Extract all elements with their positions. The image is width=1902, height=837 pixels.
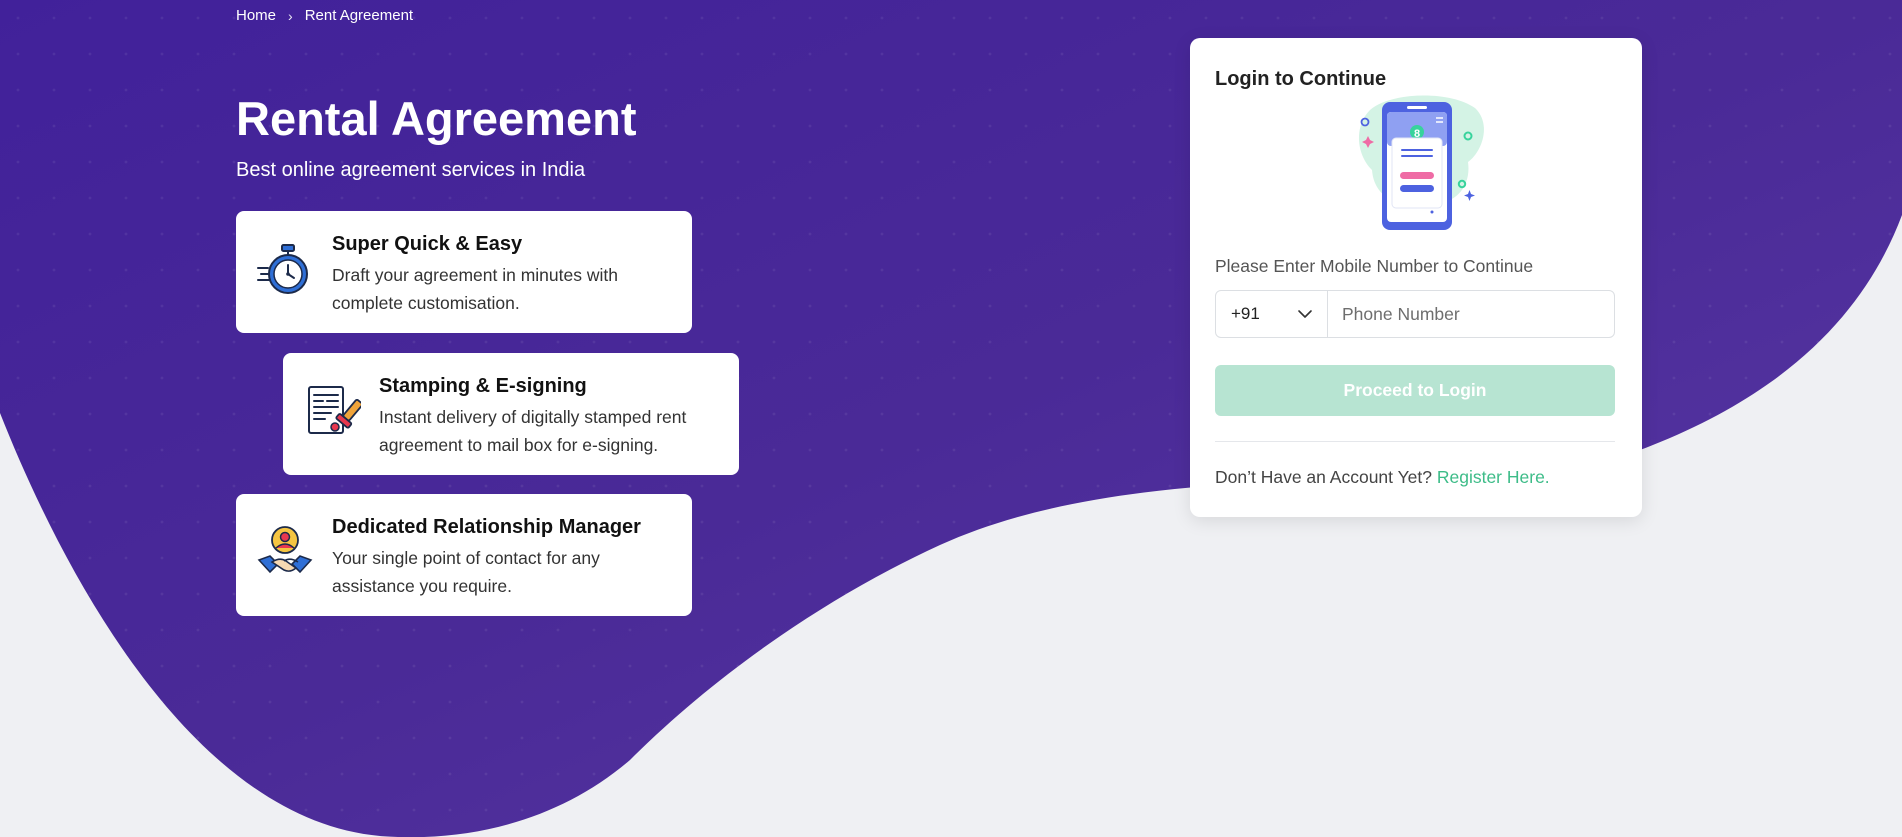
feature-title: Super Quick & Easy [332,233,523,255]
feature-title: Dedicated Relationship Manager [332,516,641,538]
register-link[interactable]: Register Here. [1437,467,1550,487]
breadcrumb-separator-icon: › [288,7,293,24]
feature-card-relationship-manager: Dedicated Relationship Manager Your sing… [236,494,692,616]
phone-input-group: +91 [1215,290,1615,338]
register-prompt: Don’t Have an Account Yet? Register Here… [1215,467,1550,488]
handshake-manager-icon [257,526,313,574]
feature-description: Draft your agreement in minutes with com… [332,265,618,313]
feature-description: Your single point of contact for any ass… [332,548,600,596]
country-code-value: +91 [1231,304,1260,323]
country-code-select[interactable]: +91 [1216,291,1328,337]
breadcrumb: Home › Rent Agreement [236,7,413,24]
document-stamp-icon [308,386,361,434]
feature-card-quick-easy: Super Quick & Easy Draft your agreement … [236,211,692,333]
phone-number-input[interactable] [1328,291,1614,337]
page-title: Rental Agreement [236,92,637,145]
feature-card-stamping-esigning: Stamping & E-signing Instant delivery of… [283,353,739,475]
proceed-to-login-button[interactable]: Proceed to Login [1215,365,1615,416]
login-title: Login to Continue [1215,68,1387,90]
page-subtitle: Best online agreement services in India [236,159,586,181]
stopwatch-icon [257,244,308,294]
chevron-down-icon [1298,310,1312,318]
login-card: Login to Continue 8 Please Enter Mobile … [1190,38,1642,517]
feature-description: Instant delivery of digitally stamped re… [379,407,687,455]
login-prompt: Please Enter Mobile Number to Continue [1215,256,1534,276]
breadcrumb-home-link[interactable]: Home [236,7,276,24]
breadcrumb-current: Rent Agreement [304,7,414,24]
mobile-login-illustration: 8 [1358,95,1484,230]
feature-title: Stamping & E-signing [379,375,587,397]
no-account-text: Don’t Have an Account Yet? [1215,467,1432,487]
divider [1215,441,1615,442]
